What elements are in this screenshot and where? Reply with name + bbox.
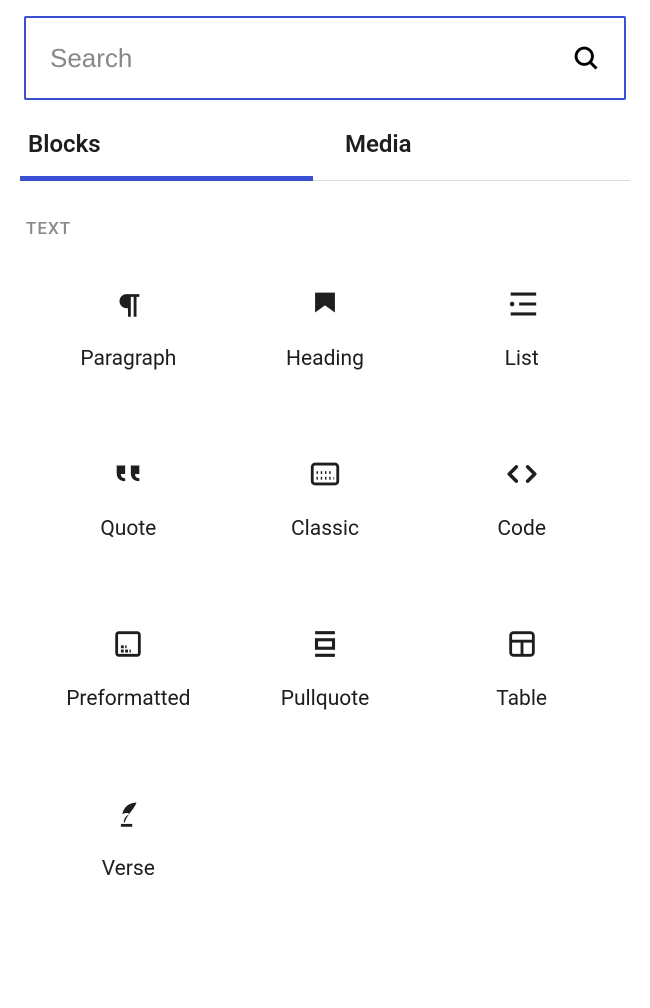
block-list[interactable]: List <box>423 269 620 399</box>
list-icon <box>505 269 539 339</box>
block-label: Code <box>497 517 546 541</box>
tab-blocks[interactable]: Blocks <box>20 130 313 180</box>
block-quote[interactable]: Quote <box>30 439 227 569</box>
code-icon <box>505 439 539 509</box>
block-label: Paragraph <box>80 347 176 371</box>
block-label: Quote <box>100 517 156 541</box>
block-preformatted[interactable]: Preformatted <box>30 609 227 739</box>
block-verse[interactable]: Verse <box>30 779 227 909</box>
quote-icon <box>111 439 145 509</box>
section-label-text: TEXT <box>26 219 630 239</box>
block-heading[interactable]: Heading <box>227 269 424 399</box>
tabs: Blocks Media <box>20 130 630 181</box>
tab-media[interactable]: Media <box>313 130 630 180</box>
heading-icon <box>308 269 342 339</box>
pullquote-icon <box>308 609 342 679</box>
block-table[interactable]: Table <box>423 609 620 739</box>
block-label: Table <box>496 687 547 711</box>
block-label: Preformatted <box>66 687 190 711</box>
table-icon <box>505 609 539 679</box>
block-paragraph[interactable]: Paragraph <box>30 269 227 399</box>
classic-icon <box>308 439 342 509</box>
search-input[interactable] <box>50 43 572 74</box>
search-container <box>24 16 626 100</box>
block-label: Heading <box>286 347 364 371</box>
paragraph-icon <box>111 269 145 339</box>
block-classic[interactable]: Classic <box>227 439 424 569</box>
verse-icon <box>111 779 145 849</box>
block-label: Verse <box>102 857 155 881</box>
search-icon[interactable] <box>572 44 600 72</box>
block-label: Classic <box>291 517 359 541</box>
block-label: List <box>505 347 539 371</box>
blocks-grid: Paragraph Heading List Quote <box>20 269 630 909</box>
preformatted-icon <box>111 609 145 679</box>
block-pullquote[interactable]: Pullquote <box>227 609 424 739</box>
block-label: Pullquote <box>281 687 370 711</box>
block-code[interactable]: Code <box>423 439 620 569</box>
